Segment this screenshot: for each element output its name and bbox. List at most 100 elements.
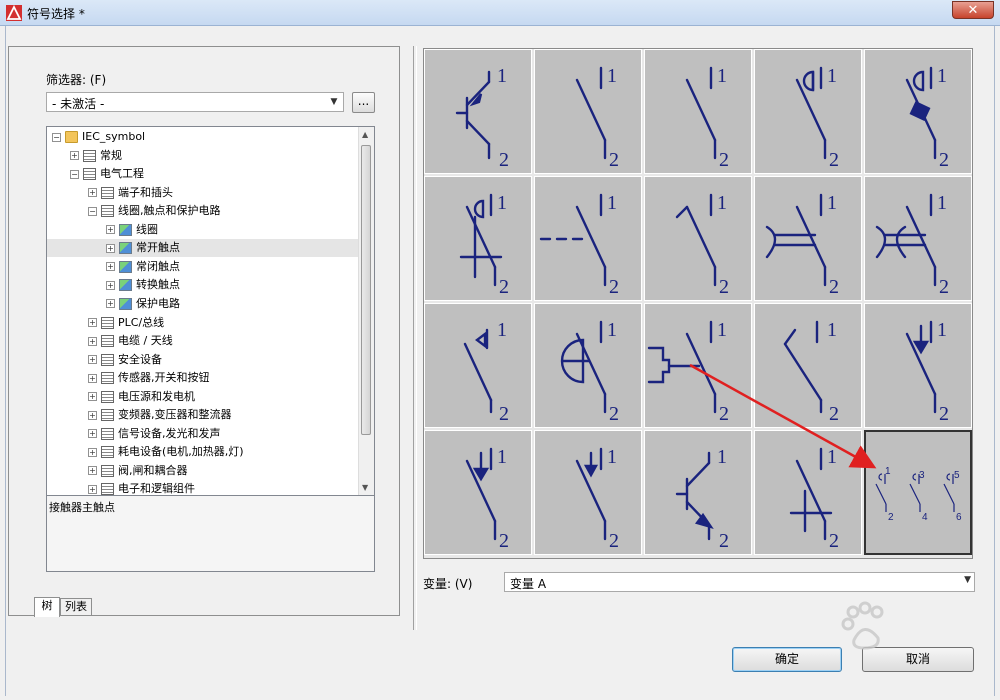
tree-item[interactable]: + 保护电路 — [47, 295, 358, 313]
symbol-cell[interactable]: 12 — [754, 49, 862, 174]
panel-divider[interactable] — [413, 46, 417, 630]
symbol-cell[interactable]: 12 — [424, 49, 532, 174]
symbol-cell[interactable]: 12 — [424, 430, 532, 555]
tree-expander-icon[interactable]: + — [106, 280, 115, 290]
terminal-label-top: 1 — [717, 446, 727, 468]
tree-expander-icon[interactable]: + — [88, 336, 97, 346]
tree-item[interactable]: + 耗电设备(电机,加热器,灯) — [47, 443, 358, 461]
symbol-grid[interactable]: 1212121212121212121212121212121212121212… — [423, 48, 973, 559]
terminal-label-top: 1 — [937, 319, 947, 341]
symbol-cell[interactable]: 12 — [534, 49, 642, 174]
symbol-cell[interactable]: 12 — [754, 176, 862, 301]
tree-expander-icon[interactable]: + — [88, 429, 97, 439]
group-icon — [101, 205, 114, 218]
tree-expander-icon[interactable]: − — [70, 169, 79, 179]
tree-item-label: 安全设备 — [118, 352, 162, 366]
close-button[interactable]: ✕ — [952, 1, 994, 19]
tree-item[interactable]: + 变频器,变压器和整流器 — [47, 406, 358, 424]
no-contact-circle-mark-icon: 12 — [459, 192, 509, 298]
tree-item-label: 线圈,触点和保护电路 — [118, 204, 221, 218]
tree-expander-icon[interactable]: + — [88, 355, 97, 365]
filter-browse-button[interactable]: ... — [352, 92, 375, 113]
terminal-label-top: 1 — [937, 65, 947, 87]
tree-item[interactable]: − 电气工程 — [47, 165, 358, 183]
tree-item[interactable]: − 线圈,触点和保护电路 — [47, 202, 358, 220]
tree-item[interactable]: + 常闭触点 — [47, 258, 358, 276]
tree-expander-icon[interactable]: − — [88, 206, 97, 216]
symbol-cell[interactable]: 12 — [754, 303, 862, 428]
no-contact-hook-icon: 12 — [675, 192, 729, 298]
symbol-cell[interactable]: 1 2 3 4 5 6 — [864, 430, 972, 555]
no-contact-icon: 12 — [575, 65, 619, 171]
tree-item[interactable]: + 电缆 / 天线 — [47, 332, 358, 350]
tree-item[interactable]: + 常开触点 — [47, 239, 358, 258]
scroll-up-icon[interactable]: ▲ — [362, 130, 368, 139]
symbol-cell[interactable]: 12 — [754, 430, 862, 555]
tree-expander-icon[interactable]: + — [88, 466, 97, 476]
filter-dropdown[interactable]: - 未激活 - ▼ — [46, 92, 344, 112]
tree-item[interactable]: − IEC_symbol — [47, 128, 358, 146]
tree-item[interactable]: + 信号设备,发光和发声 — [47, 425, 358, 443]
tab-list[interactable]: 列表 — [60, 598, 92, 616]
tree-item[interactable]: + 端子和插头 — [47, 184, 358, 202]
scroll-down-icon[interactable]: ▼ — [362, 483, 368, 492]
group-icon — [83, 168, 96, 181]
tree-item[interactable]: + PLC/总线 — [47, 314, 358, 332]
symbol-cell[interactable]: 12 — [864, 303, 972, 428]
tree-item[interactable]: + 常规 — [47, 147, 358, 165]
tree-item[interactable]: + 转换触点 — [47, 276, 358, 294]
symbol-cell[interactable]: 12 — [534, 176, 642, 301]
folder-icon — [65, 131, 78, 143]
tree-scrollbar[interactable]: ▲ ▼ — [358, 127, 374, 495]
no-contact-arrow-hook-icon: 12 — [465, 446, 509, 552]
symbol-cell[interactable]: 12 — [644, 430, 752, 555]
tree-item[interactable]: + 电子和逻辑组件 — [47, 480, 358, 495]
image-icon — [119, 242, 132, 255]
symbol-cell[interactable]: 12 — [644, 49, 752, 174]
tab-tree[interactable]: 树 — [34, 597, 60, 617]
filter-label: 筛选器: (F) — [46, 73, 107, 87]
terminal-label-top: 1 — [497, 319, 507, 341]
terminal-label: 1 — [885, 466, 891, 477]
tree-expander-icon[interactable]: + — [88, 447, 97, 457]
symbol-cell[interactable]: 12 — [534, 303, 642, 428]
tree-expander-icon[interactable]: + — [106, 225, 115, 235]
image-icon — [119, 260, 132, 273]
symbol-cell[interactable]: 12 — [534, 430, 642, 555]
tree-item[interactable]: + 安全设备 — [47, 351, 358, 369]
tree-item[interactable]: + 线圈 — [47, 221, 358, 239]
tree-expander-icon[interactable]: + — [88, 188, 97, 198]
tree-expander-icon[interactable]: + — [88, 318, 97, 327]
no-contact-double-arc-x-icon: 12 — [875, 192, 949, 298]
group-icon — [101, 316, 114, 329]
scroll-thumb[interactable] — [361, 145, 371, 435]
tree-expander-icon[interactable]: + — [70, 151, 79, 161]
terminal-label-top: 1 — [607, 192, 617, 214]
symbol-cell[interactable]: 12 — [644, 303, 752, 428]
tree-expander-icon[interactable]: + — [88, 410, 97, 420]
terminal-label-bottom: 2 — [939, 276, 949, 298]
symbol-cell[interactable]: 12 — [424, 303, 532, 428]
tree-expander-icon[interactable]: − — [52, 132, 61, 142]
symbol-cell[interactable]: 12 — [424, 176, 532, 301]
terminal-label-top: 1 — [497, 65, 507, 87]
symbol-cell[interactable]: 12 — [864, 176, 972, 301]
tree-expander-icon[interactable]: + — [106, 262, 115, 272]
tree-expander-icon[interactable]: + — [88, 484, 97, 494]
symbol-cell[interactable]: 12 — [864, 49, 972, 174]
contactor-main-3pole-icon: 1 2 3 4 5 6 — [875, 466, 962, 523]
tree-expander-icon[interactable]: + — [88, 392, 97, 402]
tree-expander-icon[interactable]: + — [106, 243, 115, 253]
variant-dropdown[interactable]: 变量 A ▼ — [504, 572, 975, 592]
terminal-label-top: 1 — [827, 446, 837, 468]
symbol-cell[interactable]: 12 — [644, 176, 752, 301]
title-bar: 符号选择 * ✕ — [0, 0, 1000, 26]
tree-item[interactable]: + 电压源和发电机 — [47, 388, 358, 406]
symbol-tree[interactable]: ▲ ▼ − IEC_symbol + 常规 − 电气工程 + 端子和插头 − 线圈,触点和保护电路… — [46, 126, 375, 496]
terminal-label: 2 — [888, 512, 894, 523]
tree-expander-icon[interactable]: + — [88, 373, 97, 383]
tree-expander-icon[interactable]: + — [106, 299, 115, 309]
chevron-down-icon: ▼ — [964, 575, 971, 585]
tree-item[interactable]: + 传感器,开关和按钮 — [47, 369, 358, 387]
tree-item[interactable]: + 阀,闸和耦合器 — [47, 462, 358, 480]
